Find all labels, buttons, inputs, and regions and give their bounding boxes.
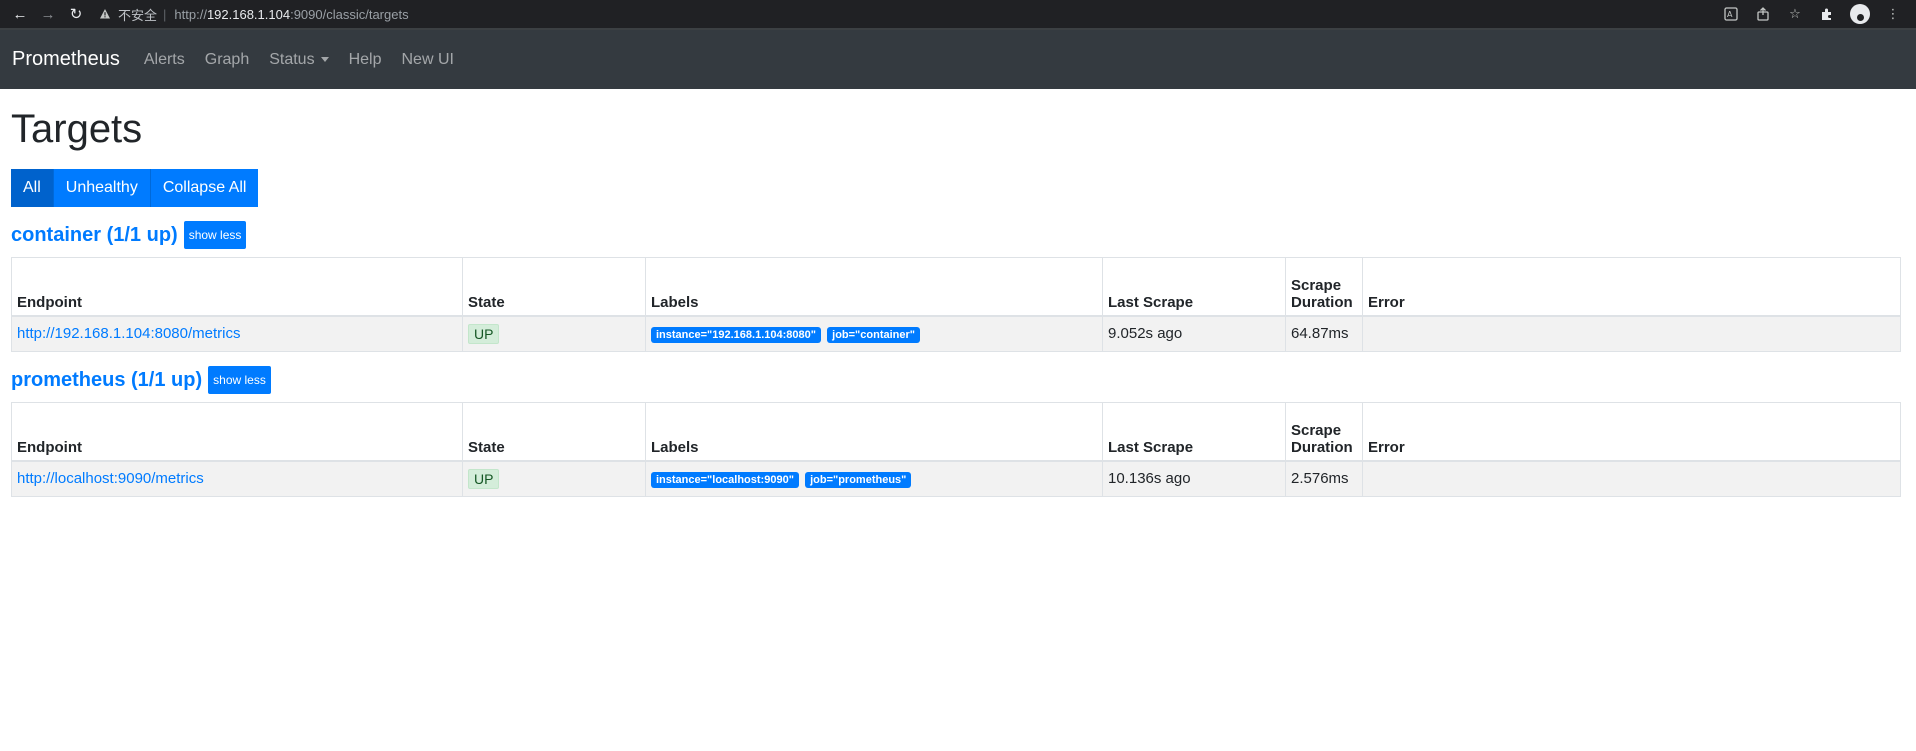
endpoint-cell: http://192.168.1.104:8080/metrics — [11, 315, 463, 352]
state-badge: UP — [468, 323, 500, 344]
nav-graph[interactable]: Graph — [205, 51, 249, 69]
insecure-label: 不安全 — [118, 7, 158, 23]
job-title-link[interactable]: container (1/1 up) — [11, 224, 178, 247]
labels-cell: instance="localhost:9090" job="prometheu… — [645, 460, 1103, 497]
header-error: Error — [1362, 402, 1901, 462]
scrape-duration-cell: 64.87ms — [1285, 315, 1363, 352]
show-less-button[interactable]: show less — [183, 221, 247, 249]
header-state: State — [462, 402, 646, 462]
filter-all-button[interactable]: All — [11, 169, 54, 207]
nav-alerts[interactable]: Alerts — [144, 51, 185, 69]
omnibox-separator: | — [163, 6, 167, 22]
scrape-duration-cell: 2.576ms — [1285, 460, 1363, 497]
label-badge: instance="localhost:9090" — [651, 471, 799, 488]
state-cell: UP — [462, 460, 646, 497]
extensions-icon[interactable] — [1818, 5, 1836, 23]
top-navbar: Prometheus Alerts Graph Status Help New … — [0, 28, 1916, 89]
nav-status-label: Status — [269, 50, 315, 68]
main-content: Targets All Unhealthy Collapse All conta… — [0, 105, 1916, 497]
label-badge: job="container" — [827, 326, 921, 343]
header-last-scrape: Last Scrape — [1102, 402, 1286, 462]
nav-help[interactable]: Help — [349, 51, 382, 69]
header-labels: Labels — [645, 402, 1103, 462]
endpoint-link[interactable]: http://192.168.1.104:8080/metrics — [17, 325, 240, 342]
header-state: State — [462, 257, 646, 317]
table-row: http://localhost:9090/metrics UP instanc… — [11, 460, 1901, 497]
state-badge: UP — [468, 468, 500, 489]
profile-avatar-icon[interactable] — [1850, 4, 1870, 24]
warning-icon — [98, 7, 112, 21]
label-badge: job="prometheus" — [805, 471, 912, 488]
header-endpoint: Endpoint — [11, 257, 463, 317]
labels-cell: instance="192.168.1.104:8080" job="conta… — [645, 315, 1103, 352]
menu-kebab-icon[interactable]: ⋮ — [1884, 5, 1902, 23]
targets-table: Endpoint State Labels Last Scrape Scrape… — [11, 257, 1901, 352]
back-icon[interactable]: ← — [8, 2, 32, 26]
bookmark-star-icon[interactable]: ☆ — [1786, 5, 1804, 23]
header-scrape-duration: Scrape Duration — [1285, 257, 1363, 317]
forward-icon[interactable]: → — [36, 2, 60, 26]
job-header-prometheus: prometheus (1/1 up) show less — [11, 366, 1905, 394]
error-cell — [1362, 315, 1901, 352]
nav-status-dropdown[interactable]: Status — [269, 50, 329, 69]
endpoint-cell: http://localhost:9090/metrics — [11, 460, 463, 497]
job-title-link[interactable]: prometheus (1/1 up) — [11, 369, 202, 392]
last-scrape-cell: 10.136s ago — [1102, 460, 1286, 497]
header-last-scrape: Last Scrape — [1102, 257, 1286, 317]
endpoint-link[interactable]: http://localhost:9090/metrics — [17, 470, 204, 487]
page-title: Targets — [11, 107, 143, 151]
share-icon[interactable] — [1754, 5, 1772, 23]
collapse-all-button[interactable]: Collapse All — [150, 169, 259, 207]
table-row: http://192.168.1.104:8080/metrics UP ins… — [11, 315, 1901, 352]
last-scrape-cell: 9.052s ago — [1102, 315, 1286, 352]
label-badge: instance="192.168.1.104:8080" — [651, 326, 821, 343]
browser-toolbar: ← → ↻ 不安全 | http://192.168.1.104:9090/cl… — [0, 0, 1916, 28]
url-text[interactable]: http://192.168.1.104:9090/classic/target… — [174, 7, 408, 22]
address-bar[interactable]: 不安全 | http://192.168.1.104:9090/classic/… — [98, 3, 1722, 25]
header-scrape-duration: Scrape Duration — [1285, 402, 1363, 462]
svg-text:A: A — [1727, 10, 1733, 19]
table-header-row: Endpoint State Labels Last Scrape Scrape… — [11, 257, 1901, 317]
translate-icon[interactable]: A — [1722, 5, 1740, 23]
header-endpoint: Endpoint — [11, 402, 463, 462]
chevron-down-icon — [320, 57, 329, 62]
table-header-row: Endpoint State Labels Last Scrape Scrape… — [11, 402, 1901, 462]
filter-unhealthy-button[interactable]: Unhealthy — [53, 169, 151, 207]
show-less-button[interactable]: show less — [208, 366, 271, 394]
header-error: Error — [1362, 257, 1901, 317]
filter-button-group: All Unhealthy Collapse All — [11, 169, 259, 207]
job-header-container: container (1/1 up) show less — [11, 221, 1905, 249]
state-cell: UP — [462, 315, 646, 352]
targets-table: Endpoint State Labels Last Scrape Scrape… — [11, 402, 1901, 497]
brand-link[interactable]: Prometheus — [12, 48, 120, 71]
nav-new-ui[interactable]: New UI — [401, 51, 453, 69]
reload-icon[interactable]: ↻ — [64, 2, 88, 26]
header-labels: Labels — [645, 257, 1103, 317]
error-cell — [1362, 460, 1901, 497]
